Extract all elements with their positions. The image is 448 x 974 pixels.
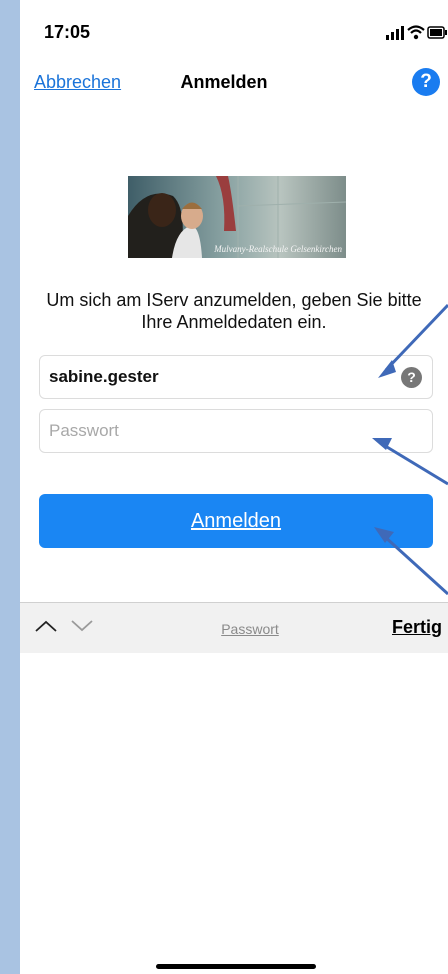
battery-icon [427,26,447,39]
intro-text: Um sich am IServ anzumelden, geben Sie b… [46,290,422,332]
status-bar: 17:05 [20,0,448,60]
username-field[interactable]: ? [39,355,433,399]
help-button[interactable]: ? [412,68,440,96]
status-time: 17:05 [44,22,91,42]
login-button[interactable]: Anmelden [39,494,433,548]
keyboard-toolbar: Passwort Fertig [20,602,448,653]
toolbar-field-label: Passwort [221,621,279,637]
username-help-icon[interactable]: ? [401,367,422,388]
logo-caption: Mulvany-Realschule Gelsenkirchen [214,244,342,254]
password-field[interactable] [39,409,433,453]
signal-icon [386,26,404,40]
home-indicator [156,964,316,969]
phone-screen: 17:05 Abbrechen Anmelden ? Mulvany-Reals… [20,0,448,974]
wifi-icon [407,25,425,40]
status-icons [386,25,447,40]
username-input[interactable] [40,356,432,398]
school-logo: Mulvany-Realschule Gelsenkirchen [128,176,346,258]
page-title: Anmelden [180,72,268,92]
nav-bar: Abbrechen Anmelden ? [20,60,448,110]
done-button[interactable]: Fertig [392,617,442,638]
password-input[interactable] [40,410,432,452]
